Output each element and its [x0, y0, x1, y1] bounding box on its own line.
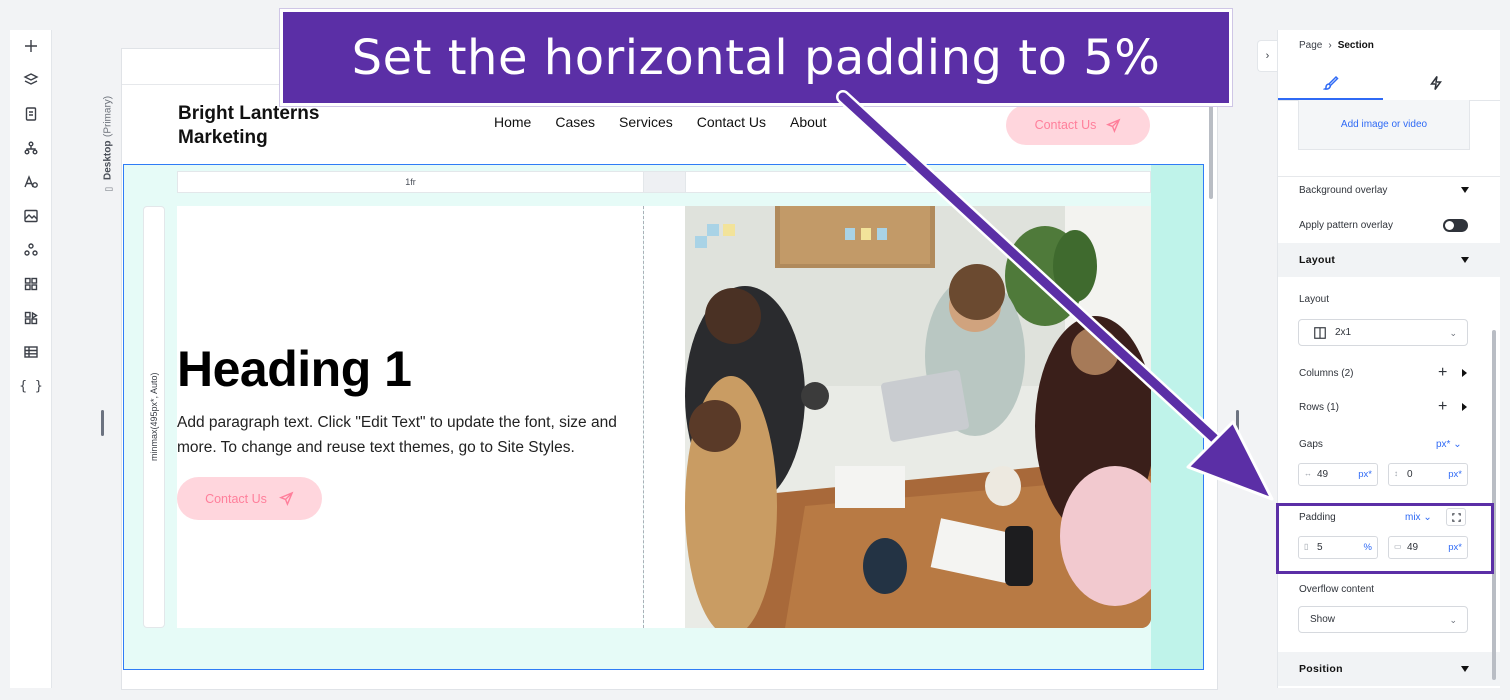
left-toolbar: { }: [10, 30, 52, 688]
layout-select[interactable]: 2x1 ⌄: [1298, 319, 1468, 346]
background-overlay-label: Background overlay: [1299, 185, 1388, 196]
team-meeting-image[interactable]: [685, 206, 1151, 628]
header-contact-button[interactable]: Contact Us: [1006, 105, 1150, 145]
grid-layout-icon: [1314, 326, 1326, 339]
columns-label: Columns (2): [1299, 368, 1354, 379]
gap-vertical-unit[interactable]: px*: [1448, 469, 1462, 480]
widgets-icon[interactable]: [19, 306, 43, 330]
desktop-icon: ▭: [103, 184, 113, 194]
text-theme-icon[interactable]: [19, 170, 43, 194]
grid-column-ruler: 1fr: [177, 171, 1151, 193]
add-row-icon[interactable]: +: [1438, 399, 1447, 415]
rows-expand-icon[interactable]: [1462, 403, 1467, 411]
gaps-unit-select[interactable]: px* ⌄: [1436, 439, 1462, 450]
grid-gap: [644, 206, 685, 628]
pattern-overlay-switch[interactable]: [1443, 219, 1468, 232]
chevron-down-icon: ⌄: [1449, 328, 1457, 338]
instruction-banner: Set the horizontal padding to 5%: [280, 9, 1232, 106]
grid-row-size[interactable]: minmax(495px*, Auto): [144, 207, 164, 627]
canvas-scrollbar[interactable]: [1209, 103, 1213, 199]
site-structure-icon[interactable]: [19, 136, 43, 160]
position-collapse-icon[interactable]: [1461, 666, 1469, 672]
breadcrumb-separator: ›: [1328, 40, 1332, 51]
layout-label: Layout: [1299, 294, 1330, 305]
layout-collapse-icon[interactable]: [1461, 257, 1469, 263]
brush-icon: [1322, 75, 1339, 90]
add-icon[interactable]: [19, 34, 43, 58]
chevron-right-icon: ›: [1265, 50, 1270, 62]
vertical-gap-icon: ↕: [1394, 469, 1398, 478]
collapse-panel-button[interactable]: ›: [1257, 40, 1277, 72]
editor-root: { } ▭ Desktop (Primary) Bright Lanterns …: [0, 0, 1510, 700]
logo-line-2: Marketing: [178, 127, 268, 148]
background-overlay-toggle[interactable]: [1461, 187, 1469, 193]
left-resize-handle[interactable]: [101, 410, 104, 436]
tab-interactions[interactable]: [1383, 66, 1488, 100]
device-name: Desktop: [102, 140, 114, 180]
pages-icon[interactable]: [19, 102, 43, 126]
device-note: (Primary): [102, 95, 114, 137]
lightning-icon: [1429, 76, 1442, 90]
cms-icon[interactable]: [19, 340, 43, 364]
apps-icon[interactable]: [19, 238, 43, 262]
paragraph-text[interactable]: Add paragraph text. Click "Edit Text" to…: [177, 411, 647, 460]
device-label: ▭ Desktop (Primary): [96, 88, 120, 194]
nav-about[interactable]: About: [790, 114, 827, 130]
pattern-overlay-label: Apply pattern overlay: [1299, 220, 1393, 231]
padding-highlight-box: [1276, 503, 1494, 574]
gap-horizontal-input[interactable]: ↔ 49 px*: [1298, 463, 1378, 486]
site-nav: Home Cases Services Contact Us About: [494, 114, 827, 130]
heading-text[interactable]: Heading 1: [177, 340, 412, 398]
breadcrumb-page[interactable]: Page: [1299, 40, 1322, 51]
header-contact-label: Contact Us: [1034, 118, 1097, 132]
layers-icon[interactable]: [19, 68, 43, 92]
gaps-unit-value: px*: [1436, 439, 1451, 450]
send-icon: [1106, 118, 1121, 133]
gap-vertical-input[interactable]: ↕ 0 px*: [1388, 463, 1468, 486]
app-market-icon[interactable]: [19, 272, 43, 296]
nav-contact[interactable]: Contact Us: [697, 114, 766, 130]
grid-row-ruler: minmax(495px*, Auto): [143, 206, 165, 628]
gap-vertical-value: 0: [1407, 469, 1413, 480]
nav-services[interactable]: Services: [619, 114, 673, 130]
gap-horizontal-value: 49: [1317, 469, 1329, 480]
overflow-label: Overflow content: [1299, 584, 1375, 595]
cta-label: Contact Us: [205, 491, 267, 506]
nav-home[interactable]: Home: [494, 114, 531, 130]
layout-group-title: Layout: [1299, 254, 1336, 266]
divider: [1278, 176, 1500, 177]
right-resize-handle[interactable]: [1236, 410, 1239, 436]
position-group-title: Position: [1299, 663, 1343, 675]
columns-expand-icon[interactable]: [1462, 369, 1467, 377]
send-icon: [278, 491, 294, 506]
overflow-value: Show: [1310, 614, 1336, 625]
grid-column-size[interactable]: 1fr: [178, 172, 644, 192]
chevron-down-icon: ⌄: [1449, 615, 1457, 625]
horizontal-gap-icon: ↔: [1304, 469, 1312, 478]
instruction-text: Set the horizontal padding to 5%: [351, 29, 1161, 86]
nav-cases[interactable]: Cases: [555, 114, 595, 130]
rows-label: Rows (1): [1299, 402, 1340, 413]
media-icon[interactable]: [19, 204, 43, 228]
gaps-label: Gaps: [1299, 439, 1323, 450]
site-logo[interactable]: Bright Lanterns Marketing: [178, 102, 378, 150]
breadcrumb-current: Section: [1337, 40, 1374, 51]
code-icon[interactable]: { }: [19, 374, 43, 398]
tab-design[interactable]: [1278, 66, 1383, 100]
cta-contact-button[interactable]: Contact Us: [177, 477, 322, 520]
add-media-button[interactable]: Add image or video: [1298, 100, 1470, 150]
overflow-select[interactable]: Show ⌄: [1298, 606, 1468, 633]
add-column-icon[interactable]: +: [1438, 365, 1447, 381]
inspector-panel: Page › Section Add image or video Backgr…: [1277, 30, 1500, 688]
add-media-label: Add image or video: [1340, 119, 1428, 130]
layout-value: 2x1: [1335, 327, 1352, 338]
section-padding-area: [1151, 165, 1203, 669]
breadcrumb: Page › Section: [1299, 40, 1374, 51]
grid-gap-cell: [644, 172, 686, 192]
gap-horizontal-unit[interactable]: px*: [1358, 469, 1372, 480]
